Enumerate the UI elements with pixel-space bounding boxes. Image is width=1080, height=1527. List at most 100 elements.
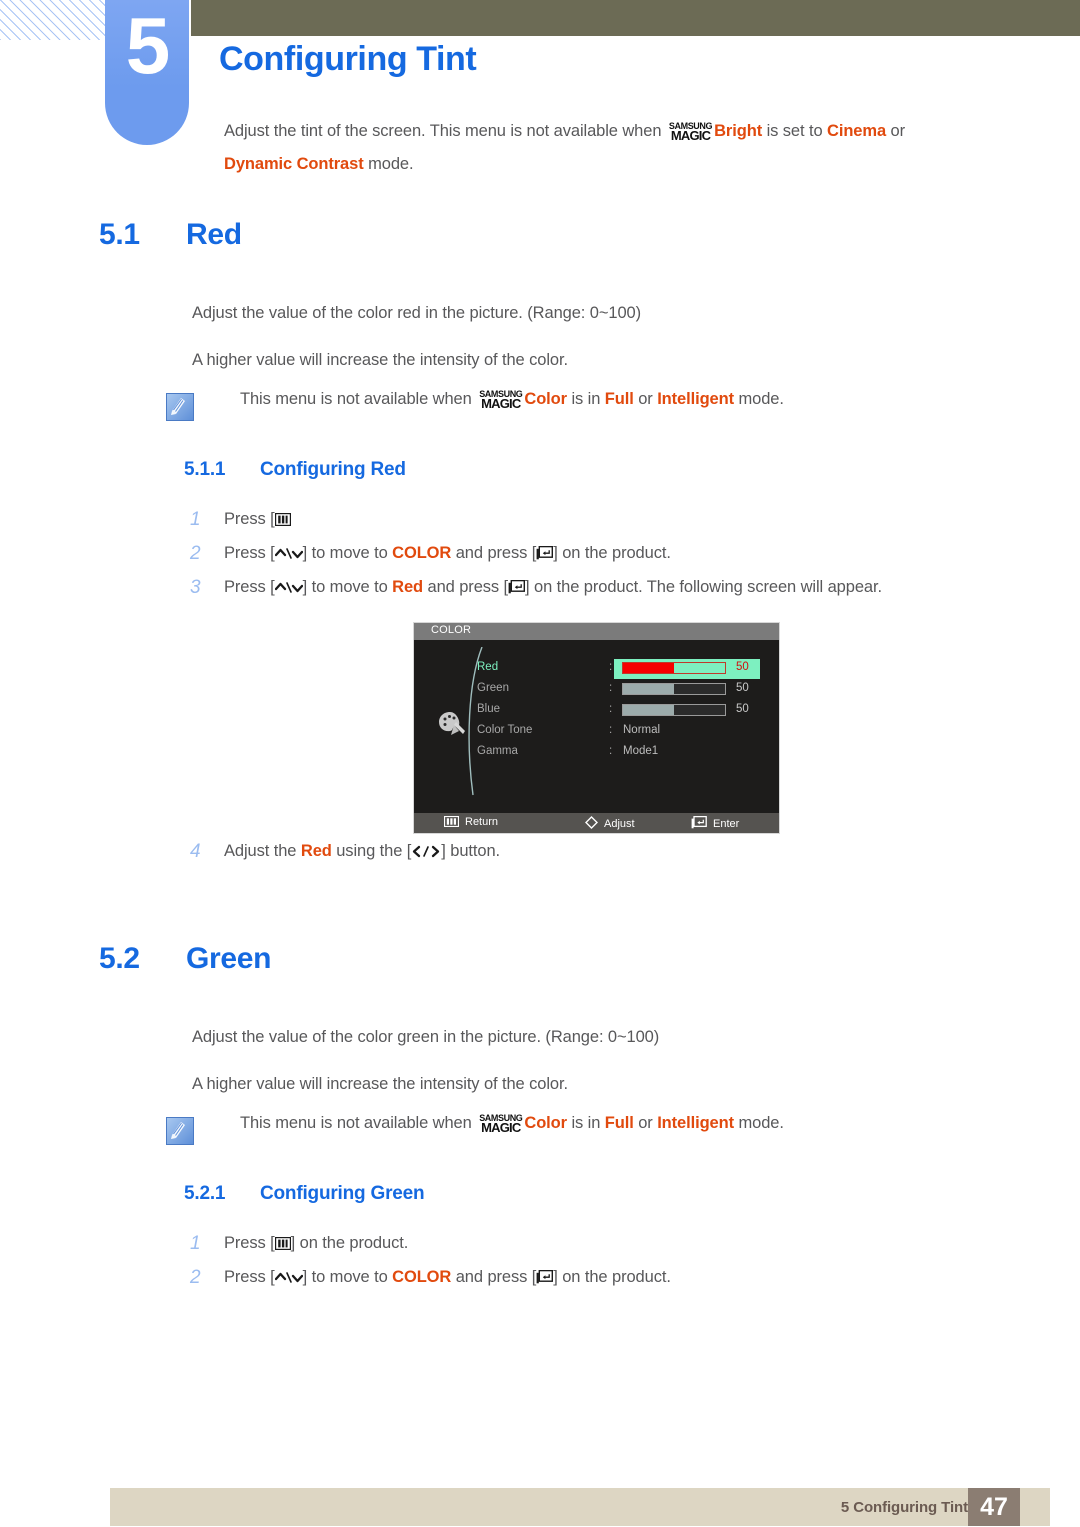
osd-row-value: 50 [736, 661, 749, 673]
note-red-color-term: Color [524, 390, 567, 408]
step-text-mid2: and press [ [451, 1268, 537, 1286]
note-green-part2: is in [566, 1114, 605, 1132]
osd-slider-blue[interactable] [622, 704, 726, 716]
osd-row-label: Red [477, 661, 499, 673]
step-text: Adjust the Red using the [] button. [224, 842, 500, 861]
step-text-pre: Press [ [224, 510, 275, 528]
step-text-tail: ] on the product. [553, 544, 671, 562]
up-down-key-icon [274, 581, 303, 594]
enter-key-icon [536, 1270, 554, 1284]
step-number: 2 [190, 543, 201, 564]
intro-text-part1: Adjust the tint of the screen. This menu… [224, 122, 666, 140]
heading-red-title: Red [186, 218, 242, 251]
note-pen-icon [166, 1117, 194, 1145]
osd-footer-label: Enter [713, 818, 740, 830]
intro-text-part3: or [886, 122, 906, 140]
green-paragraph-2: A higher value will increase the intensi… [192, 1075, 568, 1093]
osd-row-label: Gamma [477, 745, 518, 757]
step-highlight-term: COLOR [392, 544, 452, 562]
step-number: 1 [190, 1233, 201, 1254]
osd-slider-fill [623, 663, 674, 673]
osd-row-colon: : [609, 703, 613, 715]
note-green-part1: This menu is not available when [240, 1114, 477, 1132]
osd-row-label: Color Tone [477, 724, 533, 736]
osd-footer-return[interactable]: Return [444, 816, 498, 828]
magic-logo-bottom: MAGIC [481, 396, 521, 411]
menu-key-icon [444, 816, 459, 827]
up-down-key-icon [274, 1271, 303, 1284]
osd-row-label: Green [477, 682, 509, 694]
osd-row-label: Blue [477, 703, 501, 715]
header-olive-bar [191, 0, 1080, 36]
step-text-mid: ] to move to [302, 544, 393, 562]
osd-title: COLOR [431, 624, 472, 636]
heading-green-number: 5.2 [99, 942, 140, 975]
step-text-mid2: and press [ [451, 544, 537, 562]
osd-row-colon: : [609, 682, 613, 694]
subheading-green-number: 5.2.1 [184, 1183, 226, 1204]
enter-key-icon [536, 546, 554, 560]
osd-row-colon: : [609, 745, 613, 757]
osd-slider-green[interactable] [622, 683, 726, 695]
intro-cinema-term: Cinema [827, 122, 887, 140]
osd-row-green[interactable]: Green : 50 [414, 680, 779, 700]
step-text-tail: ] on the product. The following screen w… [525, 578, 882, 596]
step-text-mid2: and press [ [423, 578, 509, 596]
step-text-pre: Adjust the [224, 842, 301, 860]
osd-row-value: Mode1 [623, 745, 659, 757]
note-green-intelligent-term: Intelligent [657, 1114, 735, 1132]
left-right-key-icon [411, 845, 441, 858]
intro-dynamic-contrast-term: Dynamic Contrast [224, 155, 364, 173]
osd-footer-label: Return [465, 816, 499, 828]
osd-row-blue[interactable]: Blue : 50 [414, 701, 779, 721]
step-number: 2 [190, 1267, 201, 1288]
osd-row-red[interactable]: Red : 50 [414, 659, 779, 679]
osd-row-gamma[interactable]: Gamma : Mode1 [414, 743, 779, 763]
chapter-tab: 5 [105, 0, 189, 145]
step-number: 3 [190, 577, 201, 598]
osd-slider-fill [623, 684, 674, 694]
chapter-number: 5 [125, 1, 171, 90]
heading-subsection-configuring-green: 5.2.1 Configuring Green [184, 1183, 425, 1205]
step-highlight-term: Red [392, 578, 424, 596]
step-text-tail: ] on the product. [290, 1234, 409, 1252]
note-green-part4: mode. [734, 1114, 784, 1132]
note-red-part4: mode. [734, 390, 784, 408]
page-number: 47 [980, 1493, 1008, 1521]
enter-key-icon [691, 816, 707, 829]
heading-section-green: 5.2 Green [99, 942, 272, 976]
step-text-pre: Press [ [224, 1268, 275, 1286]
step-number: 4 [190, 841, 201, 862]
menu-key-icon [274, 1237, 291, 1250]
note-red-full-term: Full [604, 390, 634, 408]
step-number: 1 [190, 509, 201, 530]
step-highlight-term: Red [300, 842, 332, 860]
page-title: Configuring Tint [219, 40, 477, 78]
step-text-pre: Press [ [224, 578, 275, 596]
note-red-intelligent-term: Intelligent [657, 390, 735, 408]
step-text: Press [] to move to COLOR and press [] o… [224, 1268, 671, 1287]
osd-row-color-tone[interactable]: Color Tone : Normal [414, 722, 779, 742]
hatch-decoration [0, 0, 106, 40]
osd-footer-enter[interactable]: Enter [691, 816, 739, 830]
note-red-part1: This menu is not available when [240, 390, 477, 408]
osd-row-value: Normal [623, 724, 661, 736]
osd-footer-adjust[interactable]: Adjust [585, 816, 635, 830]
subheading-green-title: Configuring Green [260, 1183, 425, 1204]
menu-key-icon [274, 513, 291, 526]
note-green-color-term: Color [524, 1114, 567, 1132]
note-red-part2: is in [566, 390, 605, 408]
step-text-tail: ] on the product. [553, 1268, 671, 1286]
enter-key-icon [508, 580, 526, 594]
samsung-magic-logo: SAMSUNG MAGIC [479, 390, 523, 411]
step-text-mid: ] to move to [302, 578, 393, 596]
magic-logo-bottom: MAGIC [670, 128, 711, 143]
osd-slider-red[interactable] [622, 662, 726, 674]
magic-logo-bottom: MAGIC [481, 1120, 521, 1135]
osd-row-value: 50 [736, 703, 749, 715]
step-text-pre: Press [ [224, 544, 275, 562]
chapter-intro: Adjust the tint of the screen. This menu… [224, 115, 1024, 148]
step-text-mid: ] to move to [302, 1268, 393, 1286]
note-pen-icon [166, 393, 194, 421]
step-text-mid: using the [ [331, 842, 412, 860]
